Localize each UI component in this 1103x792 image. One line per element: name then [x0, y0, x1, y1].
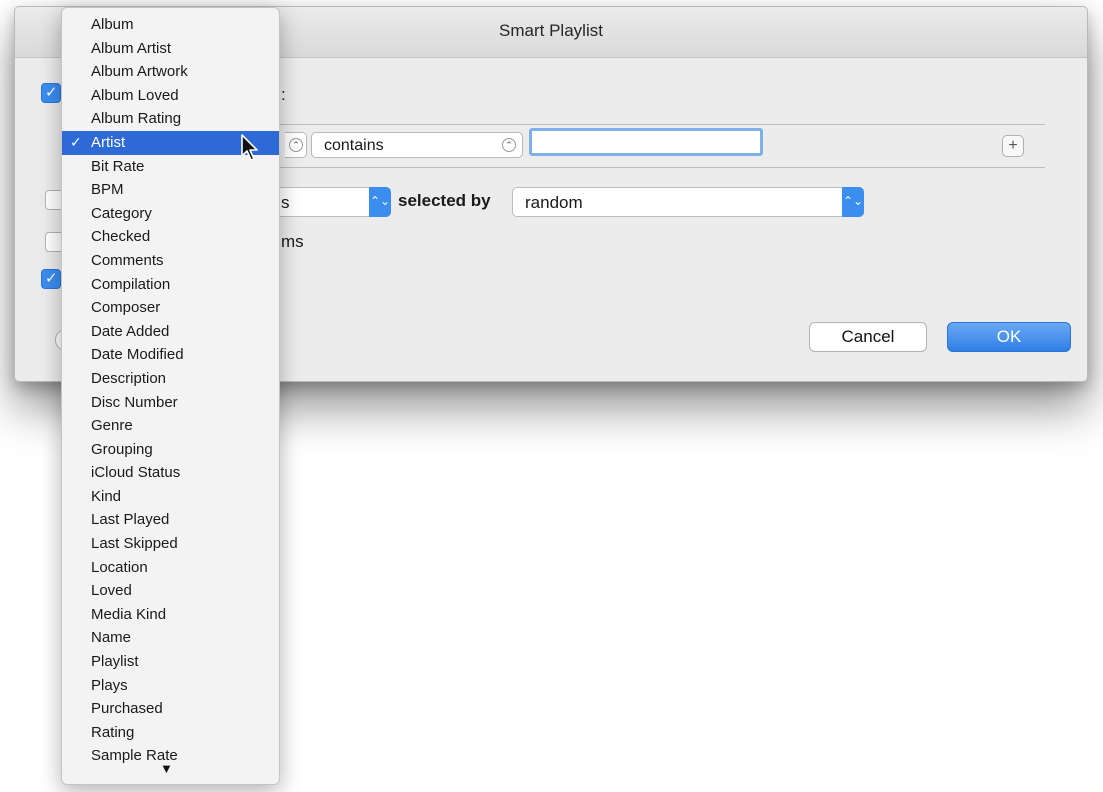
menu-item[interactable]: Kind [62, 485, 279, 509]
operator-popup[interactable]: contains ⌃ [311, 132, 523, 158]
menu-item[interactable]: Name [62, 626, 279, 650]
field-dropdown-menu: Album Album Artist Album Artwork Album Love… [61, 7, 280, 785]
menu-item-label: Playlist [91, 653, 139, 671]
menu-item-label: Media Kind [91, 605, 167, 623]
menu-item[interactable]: Playlist [62, 650, 279, 674]
menu-item[interactable]: Category [62, 202, 279, 226]
menu-item-label: Category [91, 204, 152, 222]
menu-item-label: iCloud Status [91, 464, 181, 482]
menu-item-label: Last Skipped [91, 535, 178, 553]
operator-value: contains [324, 137, 384, 154]
limit-unit-popup[interactable]: s ⌃⌄ [269, 187, 391, 217]
menu-item[interactable]: Album [62, 13, 279, 37]
menu-item-label: Description [91, 369, 167, 387]
menu-item-label: Plays [91, 676, 128, 694]
menu-item[interactable]: Date Added [62, 320, 279, 344]
updown-arrows-icon: ⌃ [289, 138, 303, 152]
selected-by-value: random [525, 193, 583, 212]
menu-item-label: Last Played [91, 511, 170, 529]
menu-item[interactable]: Album Loved [62, 84, 279, 108]
menu-item-label: Album [91, 16, 134, 33]
scroll-down-arrow-icon[interactable]: ▼ [160, 761, 173, 776]
selected-by-label: selected by [398, 191, 491, 210]
menu-item[interactable]: BPM [62, 178, 279, 202]
menu-item[interactable]: Checked [62, 225, 279, 249]
menu-item-label: Comments [91, 251, 164, 269]
cancel-button[interactable]: Cancel [809, 322, 927, 352]
menu-item[interactable]: Purchased [62, 697, 279, 721]
menu-item-label: Compilation [91, 275, 171, 293]
menu-item[interactable]: Disc Number [62, 391, 279, 415]
menu-item[interactable]: Rating [62, 721, 279, 745]
menu-item-label: Loved [91, 582, 132, 600]
menu-item-label: Composer [91, 299, 161, 317]
menu-item[interactable]: Grouping [62, 438, 279, 462]
menu-item[interactable]: Loved [62, 579, 279, 603]
menu-item-label: Disc Number [91, 393, 178, 411]
match-rules-checkbox[interactable] [41, 83, 61, 103]
menu-item-label: Rating [91, 723, 135, 741]
updown-arrows-icon: ⌃ [502, 138, 516, 152]
menu-item-label: Date Modified [91, 346, 184, 364]
menu-item-label: Name [91, 629, 132, 647]
menu-item-label: Grouping [91, 440, 153, 458]
menu-item-label: Kind [91, 487, 122, 505]
menu-item[interactable]: Genre [62, 414, 279, 438]
menu-item-label: Checked [91, 228, 151, 246]
menu-item[interactable]: Location [62, 556, 279, 580]
menu-item-label: Location [91, 558, 148, 576]
menu-item[interactable]: Composer [62, 296, 279, 320]
menu-item-label: Album Rating [91, 110, 182, 128]
updown-caret-icon: ⌃⌄ [369, 187, 391, 217]
live-updating-checkbox[interactable] [41, 269, 61, 289]
menu-item[interactable]: Date Modified [62, 343, 279, 367]
selected-by-popup[interactable]: random ⌃⌄ [512, 187, 864, 217]
plus-icon: + [1008, 137, 1018, 154]
menu-item-label: Date Added [91, 322, 170, 340]
menu-item-label: Artist [91, 133, 126, 151]
menu-item[interactable]: Album Artist [62, 37, 279, 61]
arrow-pointer-icon [241, 134, 258, 161]
add-rule-button[interactable]: + [1002, 135, 1024, 157]
menu-item-label: Bit Rate [91, 157, 145, 175]
checkmark-icon: ✓ [70, 133, 82, 150]
menu-item-label: BPM [91, 181, 124, 199]
menu-list: Album Album Artist Album Artwork Album Love… [62, 13, 279, 768]
menu-item[interactable]: Album Rating [62, 107, 279, 131]
menu-item[interactable]: Compilation [62, 273, 279, 297]
menu-item[interactable]: Description [62, 367, 279, 391]
menu-item-label: Album Loved [91, 86, 179, 104]
menu-item-label: Album Artist [91, 39, 172, 57]
menu-item[interactable]: Album Artwork [62, 60, 279, 84]
menu-item[interactable]: Media Kind [62, 603, 279, 627]
menu-item-label: Purchased [91, 700, 163, 718]
limit-unit-fragment: s [281, 193, 290, 212]
match-label-fragment: : [281, 85, 286, 104]
menu-item[interactable]: Last Played [62, 508, 279, 532]
menu-item[interactable]: iCloud Status [62, 461, 279, 485]
menu-item-label: Album Artwork [91, 63, 188, 81]
menu-item-label: Genre [91, 417, 133, 435]
ok-button[interactable]: OK [947, 322, 1071, 352]
match-checked-label-fragment: ms [281, 232, 304, 251]
menu-item[interactable]: Last Skipped [62, 532, 279, 556]
condition-value-field[interactable] [529, 128, 763, 156]
menu-item[interactable]: Comments [62, 249, 279, 273]
field-popup-stub[interactable]: ⌃ [285, 132, 307, 158]
updown-caret-icon: ⌃⌄ [842, 187, 864, 217]
menu-item[interactable]: Plays [62, 674, 279, 698]
